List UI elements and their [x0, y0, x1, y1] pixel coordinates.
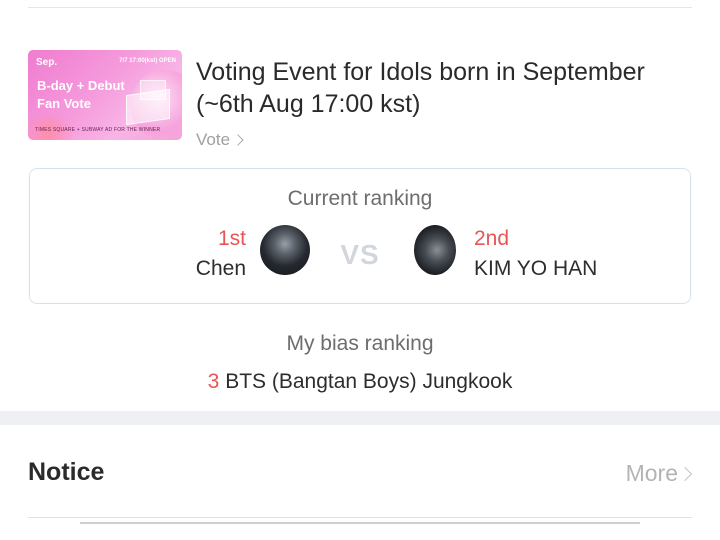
bias-rank-number: 3: [207, 370, 220, 393]
second-place-avatar: [414, 225, 456, 275]
bottom-divider: [28, 517, 692, 518]
banner-headline: Fan Vote: [37, 96, 91, 111]
voting-page: Sep. 7/7 17:00(kst) OPEN B-day + Debut F…: [0, 0, 720, 540]
vote-label: Vote: [196, 130, 231, 149]
section-separator: [0, 411, 720, 425]
current-ranking-title: Current ranking: [287, 187, 433, 210]
second-place: 2nd KIM YO HAN: [474, 225, 597, 285]
more-label: More: [625, 460, 678, 486]
notice-more-link[interactable]: More: [625, 460, 693, 487]
banner-billboard-graphic: [126, 88, 170, 126]
top-divider: [28, 7, 692, 8]
banner-headline: B-day + Debut: [37, 78, 125, 93]
current-ranking-box: Current ranking 1st Chen VS 2nd KIM YO H…: [29, 168, 691, 304]
vote-link[interactable]: Vote: [196, 130, 244, 150]
chevron-right-icon: [677, 466, 693, 481]
event-title[interactable]: Voting Event for Idols born in September…: [196, 56, 696, 120]
bias-ranking-title: My bias ranking: [286, 332, 434, 355]
second-place-name: KIM YO HAN: [474, 257, 598, 280]
event-card[interactable]: Sep. 7/7 17:00(kst) OPEN B-day + Debut F…: [28, 50, 692, 150]
list-divider: [80, 522, 640, 524]
chevron-right-icon: [232, 134, 244, 146]
bias-ranking-entry: 3 BTS (Bangtan Boys) Jungkook: [0, 370, 720, 394]
banner-footer: TIMES SQUARE + SUBWAY AD FOR THE WINNER: [35, 127, 161, 133]
banner-month: Sep.: [36, 57, 58, 68]
event-banner-image[interactable]: Sep. 7/7 17:00(kst) OPEN B-day + Debut F…: [28, 50, 182, 140]
bias-name: BTS (Bangtan Boys) Jungkook: [225, 370, 513, 393]
second-place-position: 2nd: [474, 227, 510, 250]
banner-date: 7/7 17:00(kst) OPEN: [119, 58, 176, 64]
notice-heading: Notice: [28, 458, 105, 486]
